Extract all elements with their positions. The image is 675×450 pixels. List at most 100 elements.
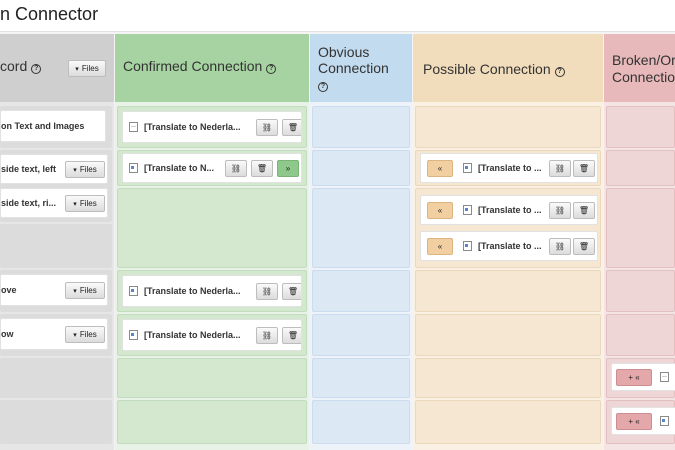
- connection-title: [Translate to ...: [478, 205, 542, 215]
- confirmed-column: Confirmed Connection? [Translate to Nede…: [115, 34, 309, 450]
- confirmed-header-label: Confirmed Connection: [123, 58, 263, 74]
- image-document-icon: [129, 163, 138, 173]
- move-back-button[interactable]: «: [427, 201, 453, 219]
- broken-row-2: [606, 150, 675, 186]
- add-back-button[interactable]: + «: [616, 412, 652, 430]
- image-document-icon: [660, 416, 669, 426]
- connection-card[interactable]: [Translate to Nederla... ⛓ 🗑: [122, 111, 302, 143]
- broken-row-7: + «: [606, 400, 675, 444]
- confirmed-row-4: [Translate to Nederla... ⛓ 🗑: [117, 270, 307, 312]
- obvious-column-header: Obvious Connection ?: [310, 34, 412, 102]
- connection-card[interactable]: « [Translate to ... ⛓ 🗑: [420, 195, 598, 225]
- connection-title: [Translate to ...: [478, 163, 542, 173]
- files-dropdown-button[interactable]: ▾ Files: [65, 326, 105, 343]
- files-dropdown-button[interactable]: ▾ Files: [68, 60, 106, 77]
- unlink-button[interactable]: ⛓: [256, 119, 278, 136]
- broken-row-3: [606, 188, 675, 268]
- broken-connection-card[interactable]: + «: [611, 363, 675, 391]
- connection-title: [Translate to N...: [144, 163, 215, 173]
- broken-column: Broken/Or Connectio + « + «: [604, 34, 675, 450]
- unlink-button[interactable]: ⛓: [256, 327, 278, 344]
- obvious-row-3: [312, 188, 410, 268]
- files-label: Files: [79, 199, 97, 208]
- connection-card[interactable]: [Translate to Nederla... ⛓ 🗑: [122, 275, 302, 307]
- record-row-6: [0, 358, 112, 398]
- unlink-button[interactable]: ⛓: [549, 202, 571, 219]
- confirmed-row-5: [Translate to Nederla... ⛓ 🗑: [117, 314, 307, 356]
- document-icon: [660, 372, 669, 382]
- help-icon[interactable]: ?: [554, 67, 565, 77]
- record-card[interactable]: on Text and Images: [0, 110, 106, 142]
- record-card[interactable]: side text, ri... ▾ Files: [0, 188, 108, 218]
- confirmed-row-6: [117, 358, 307, 398]
- confirmed-row-3: [117, 188, 307, 268]
- record-row-7: [0, 400, 112, 444]
- help-icon[interactable]: ?: [318, 82, 328, 92]
- connection-title: [Translate to Nederla...: [144, 330, 241, 340]
- files-label: Files: [79, 165, 97, 174]
- image-document-icon: [463, 205, 472, 215]
- possible-row-6: [415, 358, 601, 398]
- connection-title: [Translate to Nederla...: [144, 286, 241, 296]
- record-card[interactable]: ow ▾ Files: [0, 318, 108, 350]
- add-back-button[interactable]: + «: [616, 368, 652, 386]
- confirmed-row-7: [117, 400, 307, 444]
- possible-header-label: Possible Connection: [423, 61, 551, 77]
- broken-header-label: Broken/Or Connectio: [612, 52, 675, 85]
- image-document-icon: [129, 330, 138, 340]
- connection-card[interactable]: « [Translate to ... ⛓ 🗑: [420, 153, 598, 183]
- possible-column: Possible Connection? « [Translate to ...…: [413, 34, 603, 450]
- image-document-icon: [463, 163, 472, 173]
- help-icon[interactable]: ?: [31, 64, 42, 74]
- delete-button[interactable]: 🗑: [282, 283, 301, 300]
- files-label: Files: [79, 286, 97, 295]
- obvious-header-label: Obvious Connection: [318, 44, 389, 76]
- record-row-4: ove ▾ Files: [0, 270, 112, 312]
- delete-button[interactable]: 🗑: [282, 119, 301, 136]
- obvious-row-7: [312, 400, 410, 444]
- possible-row-7: [415, 400, 601, 444]
- title-bar: n Connector: [0, 0, 675, 32]
- move-back-button[interactable]: «: [427, 237, 453, 255]
- move-forward-button[interactable]: »: [277, 160, 299, 177]
- image-document-icon: [129, 286, 138, 296]
- record-title: ove: [1, 285, 17, 295]
- files-label: Files: [79, 330, 97, 339]
- delete-button[interactable]: 🗑: [573, 238, 595, 255]
- unlink-button[interactable]: ⛓: [549, 238, 571, 255]
- broken-row-6: + «: [606, 358, 675, 398]
- files-label: Files: [81, 64, 99, 73]
- record-row-3: [0, 224, 112, 268]
- confirmed-column-header: Confirmed Connection?: [115, 34, 309, 102]
- broken-connection-card[interactable]: + «: [611, 407, 675, 435]
- connection-card[interactable]: « [Translate to ... ⛓ 🗑: [420, 231, 598, 261]
- files-dropdown-button[interactable]: ▾ Files: [65, 195, 105, 212]
- connection-title: [Translate to ...: [478, 241, 542, 251]
- record-card[interactable]: ove ▾ Files: [0, 274, 108, 306]
- obvious-row-2: [312, 150, 410, 186]
- record-card[interactable]: side text, left ▾ Files: [0, 154, 108, 184]
- unlink-button[interactable]: ⛓: [549, 160, 571, 177]
- record-title: on Text and Images: [1, 121, 85, 131]
- delete-button[interactable]: 🗑: [282, 327, 301, 344]
- files-dropdown-button[interactable]: ▾ Files: [65, 161, 105, 178]
- obvious-row-1: [312, 106, 410, 148]
- record-row-5: ow ▾ Files: [0, 314, 112, 356]
- image-document-icon: [463, 241, 472, 251]
- files-dropdown-button[interactable]: ▾ Files: [65, 282, 105, 299]
- connection-card[interactable]: [Translate to Nederla... ⛓ 🗑: [122, 319, 302, 351]
- connection-card[interactable]: [Translate to N... ⛓ 🗑 »: [122, 153, 302, 183]
- page-title: n Connector: [0, 4, 99, 24]
- record-column-header: cord? ▾ Files: [0, 34, 114, 102]
- obvious-row-4: [312, 270, 410, 312]
- delete-button[interactable]: 🗑: [573, 160, 595, 177]
- move-back-button[interactable]: «: [427, 159, 453, 177]
- obvious-row-6: [312, 358, 410, 398]
- dropdown-arrow-icon: ▾: [73, 166, 77, 174]
- broken-column-header: Broken/Or Connectio: [604, 34, 675, 102]
- unlink-button[interactable]: ⛓: [225, 160, 247, 177]
- delete-button[interactable]: 🗑: [251, 160, 273, 177]
- unlink-button[interactable]: ⛓: [256, 283, 278, 300]
- delete-button[interactable]: 🗑: [573, 202, 595, 219]
- help-icon[interactable]: ?: [266, 64, 277, 74]
